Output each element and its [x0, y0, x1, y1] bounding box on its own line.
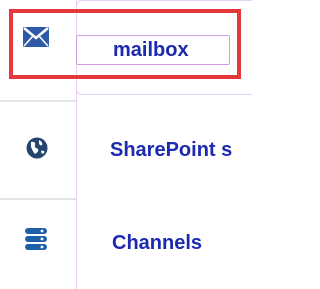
- panel-edge: [252, 0, 257, 289]
- nav-flyout: mailbox SharePoint s Channels: [0, 0, 257, 289]
- channels-icon[interactable]: [25, 227, 49, 251]
- rail-divider: [0, 198, 76, 200]
- menu-item-mailbox[interactable]: mailbox: [76, 35, 230, 65]
- menu-item-channels[interactable]: Channels: [112, 231, 202, 255]
- menu-item-sharepoint[interactable]: SharePoint s: [110, 138, 232, 162]
- mail-icon[interactable]: [23, 27, 49, 47]
- rail-divider: [0, 100, 76, 102]
- icon-rail: [0, 0, 76, 289]
- globe-icon[interactable]: [26, 137, 48, 159]
